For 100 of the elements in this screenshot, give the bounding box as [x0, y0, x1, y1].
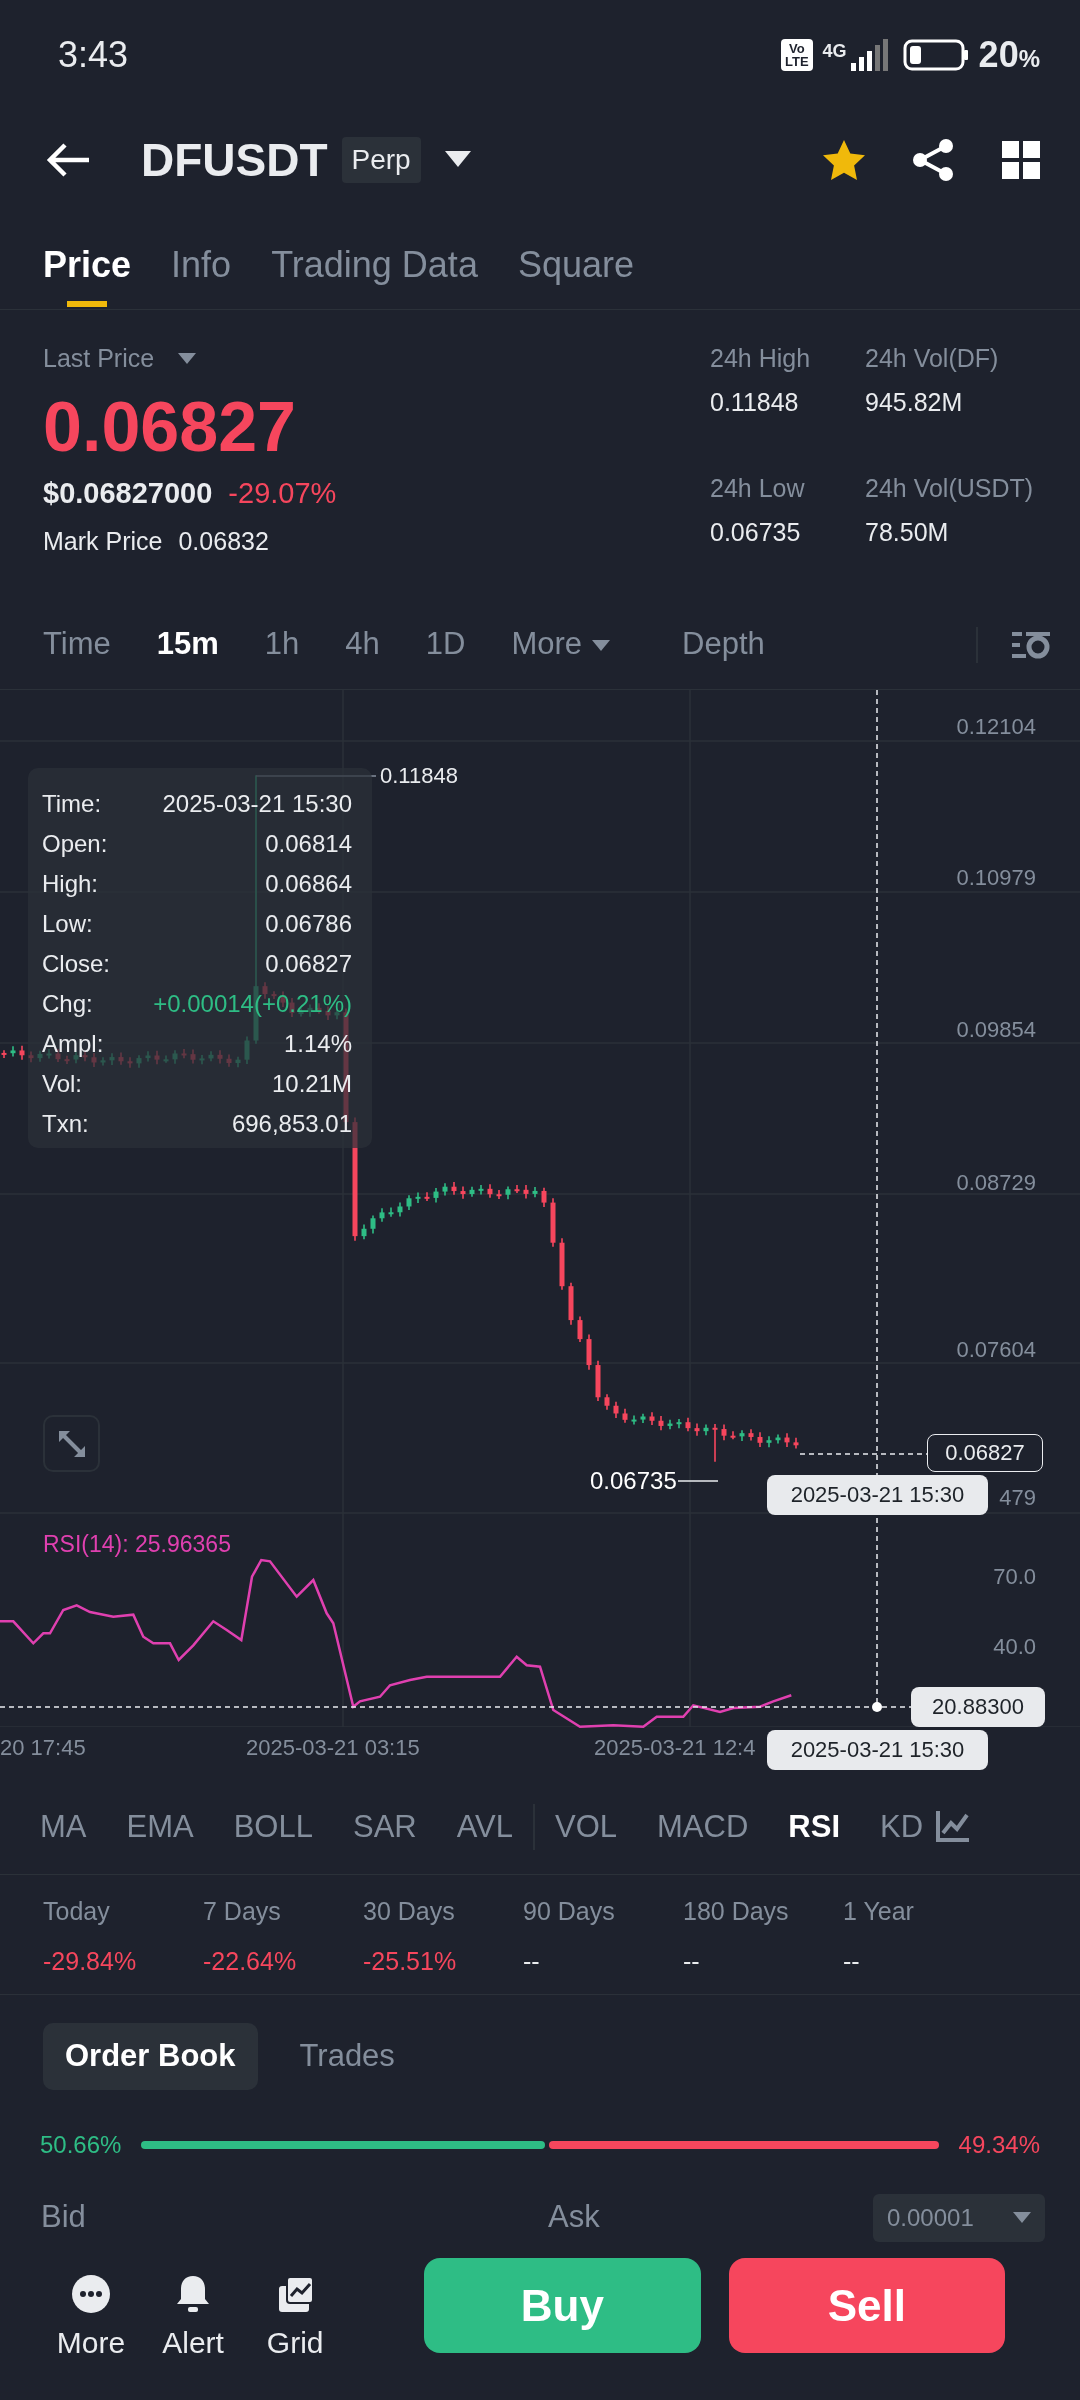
interval-tab[interactable]: Depth [682, 621, 765, 668]
ask-percent: 49.34% [958, 2130, 1040, 2160]
period-label: 30 Days [363, 1896, 456, 1927]
tab[interactable]: Square [517, 234, 634, 307]
period-label: 180 Days [683, 1896, 790, 1927]
pair-symbol: DFUSDT [141, 132, 328, 188]
caret-icon [1013, 2211, 1031, 2224]
star-icon[interactable] [822, 139, 866, 181]
order-book-tab[interactable]: Order Book [43, 2023, 258, 2090]
indicator-tab[interactable]: SAR [332, 1803, 437, 1851]
network-label: 4G [822, 40, 847, 63]
status-time: 3:43 [58, 33, 129, 77]
stat-value: 945.82M [865, 386, 964, 418]
back-arrow-icon[interactable] [45, 142, 91, 178]
tooltip-value: 0.06786 [265, 909, 352, 939]
period-change: -- [683, 1945, 701, 1977]
precision-dropdown[interactable]: 0.00001 [873, 2193, 1045, 2242]
tooltip-value: 10.21M [271, 1069, 352, 1099]
dropdown-button[interactable]: More [511, 621, 611, 668]
crosshair-time-label: 2025-03-21 15:30 [767, 1730, 988, 1770]
price-axis-label: 479 [999, 1484, 1036, 1512]
sell-button[interactable]: Sell [728, 2258, 1005, 2353]
battery-percent: 20% [978, 33, 1040, 77]
period-change: -25.51% [363, 1945, 458, 1977]
tooltip-label: Chg: [42, 989, 93, 1019]
tooltip-value: 2025-03-21 15:30 [162, 789, 352, 819]
indicator-tab[interactable]: MA [20, 1803, 107, 1851]
time-axis-label: 20 17:45 [0, 1734, 86, 1762]
interval-tab[interactable]: 4h [345, 621, 380, 668]
tab[interactable]: Info [171, 234, 232, 307]
bid-percent: 50.66% [40, 2130, 122, 2160]
contract-badge: Perp [341, 137, 421, 183]
last-price: 0.06827 [43, 391, 298, 462]
period-change: -29.84% [43, 1945, 138, 1977]
low-price-label: 0.06735 [590, 1466, 677, 1496]
tooltip-value: +0.00014(+0.21%) [153, 989, 352, 1019]
tooltip-label: High: [42, 869, 99, 899]
indicator-tab[interactable]: BOLL [213, 1803, 333, 1851]
indicator-tab[interactable]: RSI [768, 1803, 860, 1851]
action-button[interactable]: Alert [142, 2258, 245, 2365]
price-axis-label: 0.08729 [956, 1169, 1036, 1197]
stat-value: 0.11848 [710, 386, 800, 418]
price-axis-label: 0.12104 [956, 713, 1036, 741]
usd-price: $0.06827000 [43, 475, 213, 511]
crosshair-time-label: 2025-03-21 15:30 [767, 1475, 988, 1515]
rsi-label: RSI(14): 25.96365 [43, 1530, 231, 1559]
time-axis-label: 2025-03-21 12:4 [594, 1734, 756, 1762]
volte-badge: Vo LTE [781, 39, 813, 71]
action-button[interactable]: More [40, 2258, 143, 2365]
action-button[interactable]: Grid [244, 2258, 347, 2365]
interval-tab[interactable]: 1h [264, 621, 300, 668]
tooltip-value: 1.14% [283, 1029, 352, 1059]
rsi-axis-label: 40.0 [993, 1633, 1036, 1661]
interval-tab[interactable]: Time [43, 621, 111, 668]
tooltip-label: Ampl: [42, 1029, 104, 1059]
indicator-tab[interactable]: AVL [436, 1803, 533, 1851]
indicator-tab[interactable]: VOL [533, 1803, 638, 1851]
tooltip-label: Open: [42, 829, 108, 859]
mark-price-label: Mark Price [43, 526, 163, 557]
price-axis-label: 0.07604 [956, 1336, 1036, 1364]
expand-button[interactable] [43, 1415, 100, 1472]
tooltip-value: 696,853.01 [231, 1109, 352, 1139]
crosshair-dot [872, 1702, 882, 1712]
rsi-value-label: 20.88300 [911, 1687, 1045, 1727]
interval-tab[interactable]: 15m [156, 621, 219, 668]
current-price-label: 0.06827 [927, 1434, 1043, 1472]
tooltip-value: 0.06814 [265, 829, 352, 859]
leader-line [677, 1480, 719, 1482]
indicator-tab[interactable]: MACD [637, 1803, 769, 1851]
stat-label: 24h Vol(USDT) [865, 473, 1035, 504]
price-axis-label: 0.09854 [956, 1016, 1036, 1044]
tooltip-label: Close: [42, 949, 111, 979]
price-axis-label: 0.10979 [956, 864, 1036, 892]
last-price-label: Last Price [43, 343, 155, 374]
stat-label: 24h High [710, 343, 812, 374]
period-change: -- [523, 1945, 541, 1977]
stat-label: 24h Low [710, 473, 806, 504]
more-icon [71, 2274, 112, 2314]
high-price-label: 0.11848 [380, 762, 458, 790]
caret-icon[interactable] [444, 151, 471, 169]
rsi-axis-label: 70.0 [993, 1563, 1036, 1591]
indicator-tab[interactable]: EMA [106, 1803, 214, 1851]
period-change: -- [843, 1945, 861, 1977]
order-book-tab[interactable]: Trades [277, 2023, 417, 2090]
tab[interactable]: Trading Data [271, 234, 478, 307]
interval-tab[interactable]: 1D [425, 621, 466, 668]
battery-icon [902, 39, 969, 71]
time-axis-label: 2025-03-21 03:15 [246, 1734, 420, 1762]
tooltip-value: 0.06827 [265, 949, 352, 979]
tooltip-value: 0.06864 [265, 869, 352, 899]
grid-menu-icon[interactable] [1002, 141, 1040, 179]
tooltip-label: Time: [42, 789, 102, 819]
share-icon[interactable] [912, 139, 954, 181]
indicator-tab[interactable]: KD [860, 1803, 944, 1851]
tab[interactable]: Price [43, 234, 132, 307]
mark-price: 0.06832 [178, 526, 269, 557]
chart-indicator-icon[interactable] [935, 1811, 970, 1843]
stat-value: 0.06735 [710, 516, 802, 548]
ask-label: Ask [548, 2198, 601, 2237]
buy-button[interactable]: Buy [424, 2258, 701, 2353]
